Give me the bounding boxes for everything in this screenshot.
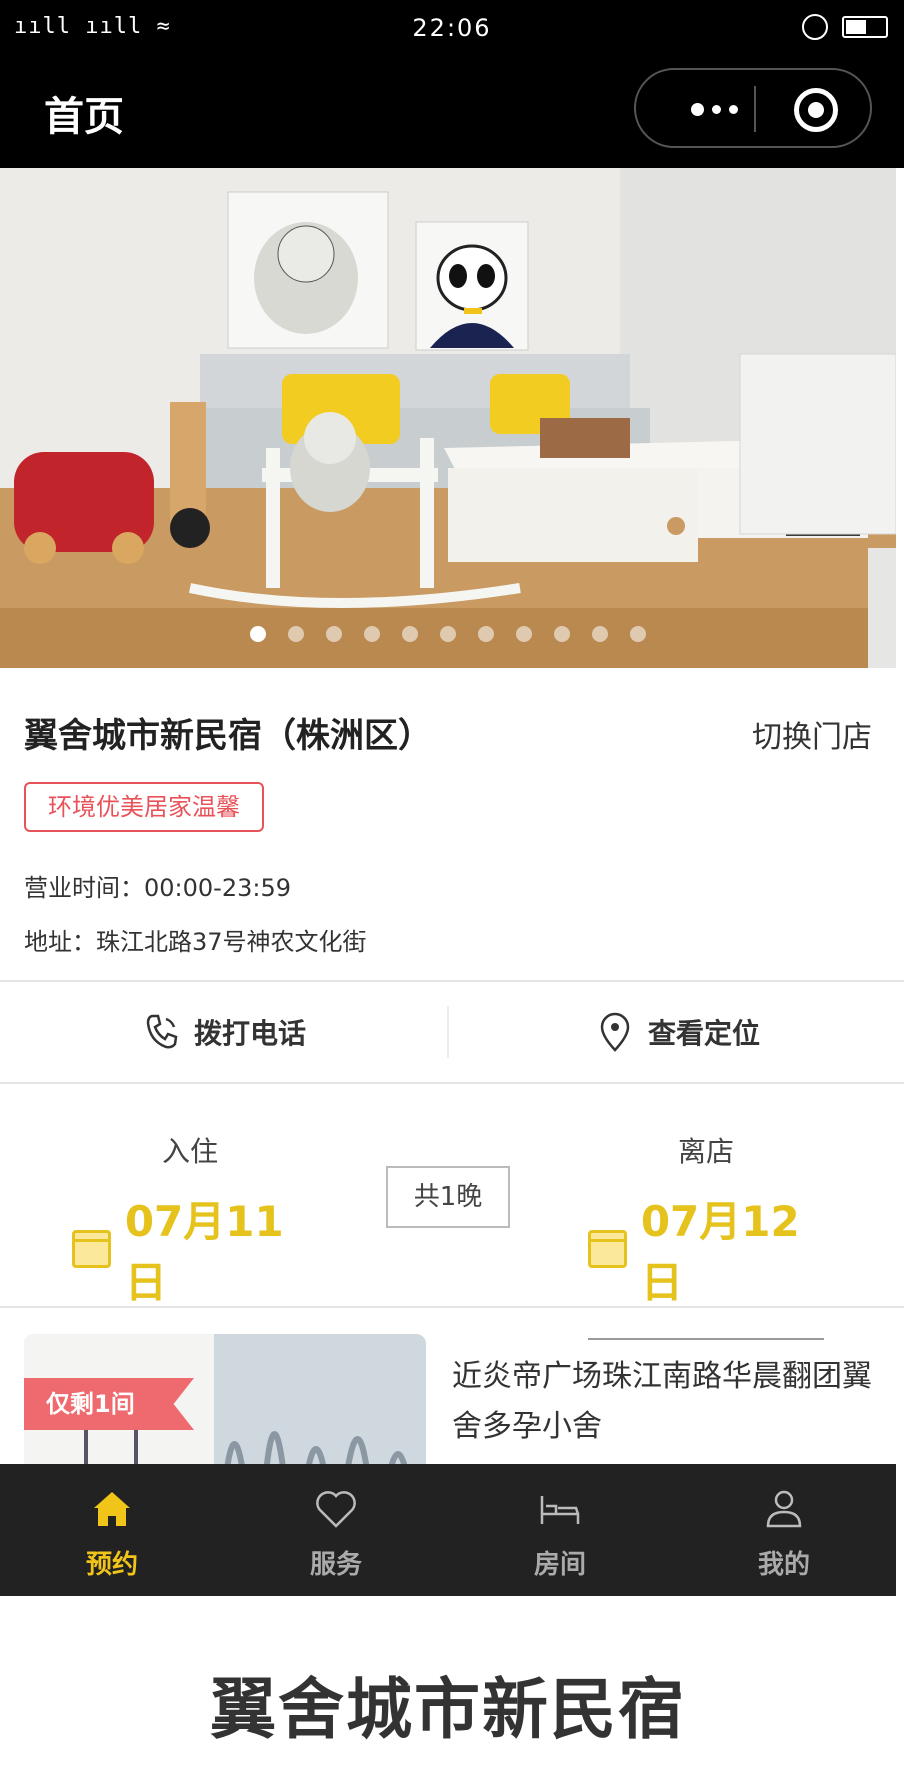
action-divider — [447, 1006, 449, 1058]
carousel-dot[interactable] — [288, 626, 304, 642]
status-time: 22:06 — [412, 14, 492, 42]
checkout-label: 离店 — [677, 1135, 734, 1168]
top-bar: ııll ııll ≈ 22:06 首页 — [0, 0, 904, 168]
view-location-button[interactable]: 查看定位 — [454, 982, 904, 1082]
tab-rooms[interactable]: 房间 — [448, 1464, 672, 1596]
checkout-date-picker[interactable]: 离店 07月12日 — [588, 1084, 824, 1340]
more-dot-icon — [711, 104, 721, 114]
tab-booking[interactable]: 预约 — [0, 1464, 224, 1596]
carousel-dot[interactable] — [516, 626, 532, 642]
more-menu-button[interactable] — [676, 94, 752, 124]
shop-info: 翼舍城市新民宿（株洲区） 切换门店 环境优美居家温馨 营业时间：00:00-23… — [0, 668, 904, 980]
bed-icon — [540, 1496, 580, 1524]
checkin-label: 入住 — [161, 1135, 218, 1168]
user-icon — [766, 1490, 802, 1528]
carousel-indicator — [0, 626, 896, 642]
footer-title: 翼舍城市新民宿 — [210, 1671, 686, 1748]
more-dot-icon — [728, 104, 738, 114]
shop-tag: 环境优美居家温馨 — [24, 782, 264, 832]
business-hours: 营业时间：00:00-23:59 — [24, 874, 291, 902]
action-row: 拨打电话 查看定位 — [0, 982, 904, 1082]
call-button[interactable]: 拨打电话 — [0, 982, 450, 1082]
date-selector: 入住 07月11日 共1晚 离店 07月12日 — [0, 1084, 904, 1340]
shop-name: 翼舍城市新民宿（株洲区） — [24, 716, 432, 756]
alarm-icon — [802, 14, 828, 40]
room-card[interactable]: 仅剩1间 近炎帝广场珠江南路华晨翻团翼舍多孕小舍 — [0, 1308, 904, 1464]
carousel-dot[interactable] — [402, 626, 418, 642]
carousel-dot[interactable] — [326, 626, 342, 642]
tab-profile[interactable]: 我的 — [672, 1464, 896, 1596]
room-thumbnail: 仅剩1间 — [24, 1334, 426, 1464]
banner-image — [0, 168, 896, 668]
capsule-divider — [754, 86, 756, 132]
checkin-date: 07月11日 — [124, 1197, 284, 1307]
carousel-dot[interactable] — [478, 626, 494, 642]
room-title: 近炎帝广场珠江南路华晨翻团翼舍多孕小舍 — [452, 1359, 872, 1444]
miniprogram-capsule — [634, 68, 872, 148]
home-icon — [94, 1492, 130, 1526]
switch-store-link[interactable]: 切换门店 — [752, 712, 872, 756]
carousel-dot[interactable] — [554, 626, 570, 642]
checkin-date-picker[interactable]: 入住 07月11日 — [72, 1084, 308, 1340]
battery-icon — [842, 16, 888, 38]
checkout-date: 07月12日 — [640, 1197, 800, 1307]
calendar-icon — [72, 1230, 111, 1268]
carousel-dot[interactable] — [630, 626, 646, 642]
tab-label: 房间 — [533, 1550, 586, 1580]
tab-label: 服务 — [309, 1550, 362, 1580]
carousel-dot[interactable] — [364, 626, 380, 642]
shop-address: 地址：珠江北路37号神农文化街 — [24, 928, 367, 956]
footer: 翼舍城市新民宿 — [0, 1596, 904, 1792]
checkin-value-row: 07月11日 — [72, 1188, 308, 1310]
calendar-icon — [588, 1230, 627, 1268]
call-label: 拨打电话 — [193, 1017, 306, 1050]
carousel-dot[interactable] — [592, 626, 608, 642]
bottom-tab-bar: 预约 服务 房间 我的 — [0, 1464, 896, 1596]
location-pin-icon — [600, 1012, 630, 1052]
status-bar: ııll ııll ≈ 22:06 — [0, 10, 904, 46]
heart-icon — [316, 1491, 356, 1528]
checkout-value-row: 07月12日 — [588, 1188, 824, 1310]
more-dot-icon — [690, 102, 704, 116]
phone-icon — [146, 1014, 178, 1049]
close-miniprogram-button[interactable] — [794, 88, 838, 132]
carousel-dot[interactable] — [440, 626, 456, 642]
carousel-dot[interactable] — [250, 626, 266, 642]
tab-label: 预约 — [85, 1550, 138, 1580]
nights-count: 共1晚 — [386, 1166, 510, 1228]
tab-label: 我的 — [757, 1550, 810, 1580]
status-icons — [802, 14, 888, 40]
location-label: 查看定位 — [647, 1017, 760, 1050]
availability-badge: 仅剩1间 — [24, 1378, 194, 1430]
page-title: 首页 — [44, 94, 124, 140]
tab-service[interactable]: 服务 — [224, 1464, 448, 1596]
banner-carousel[interactable] — [0, 168, 896, 668]
